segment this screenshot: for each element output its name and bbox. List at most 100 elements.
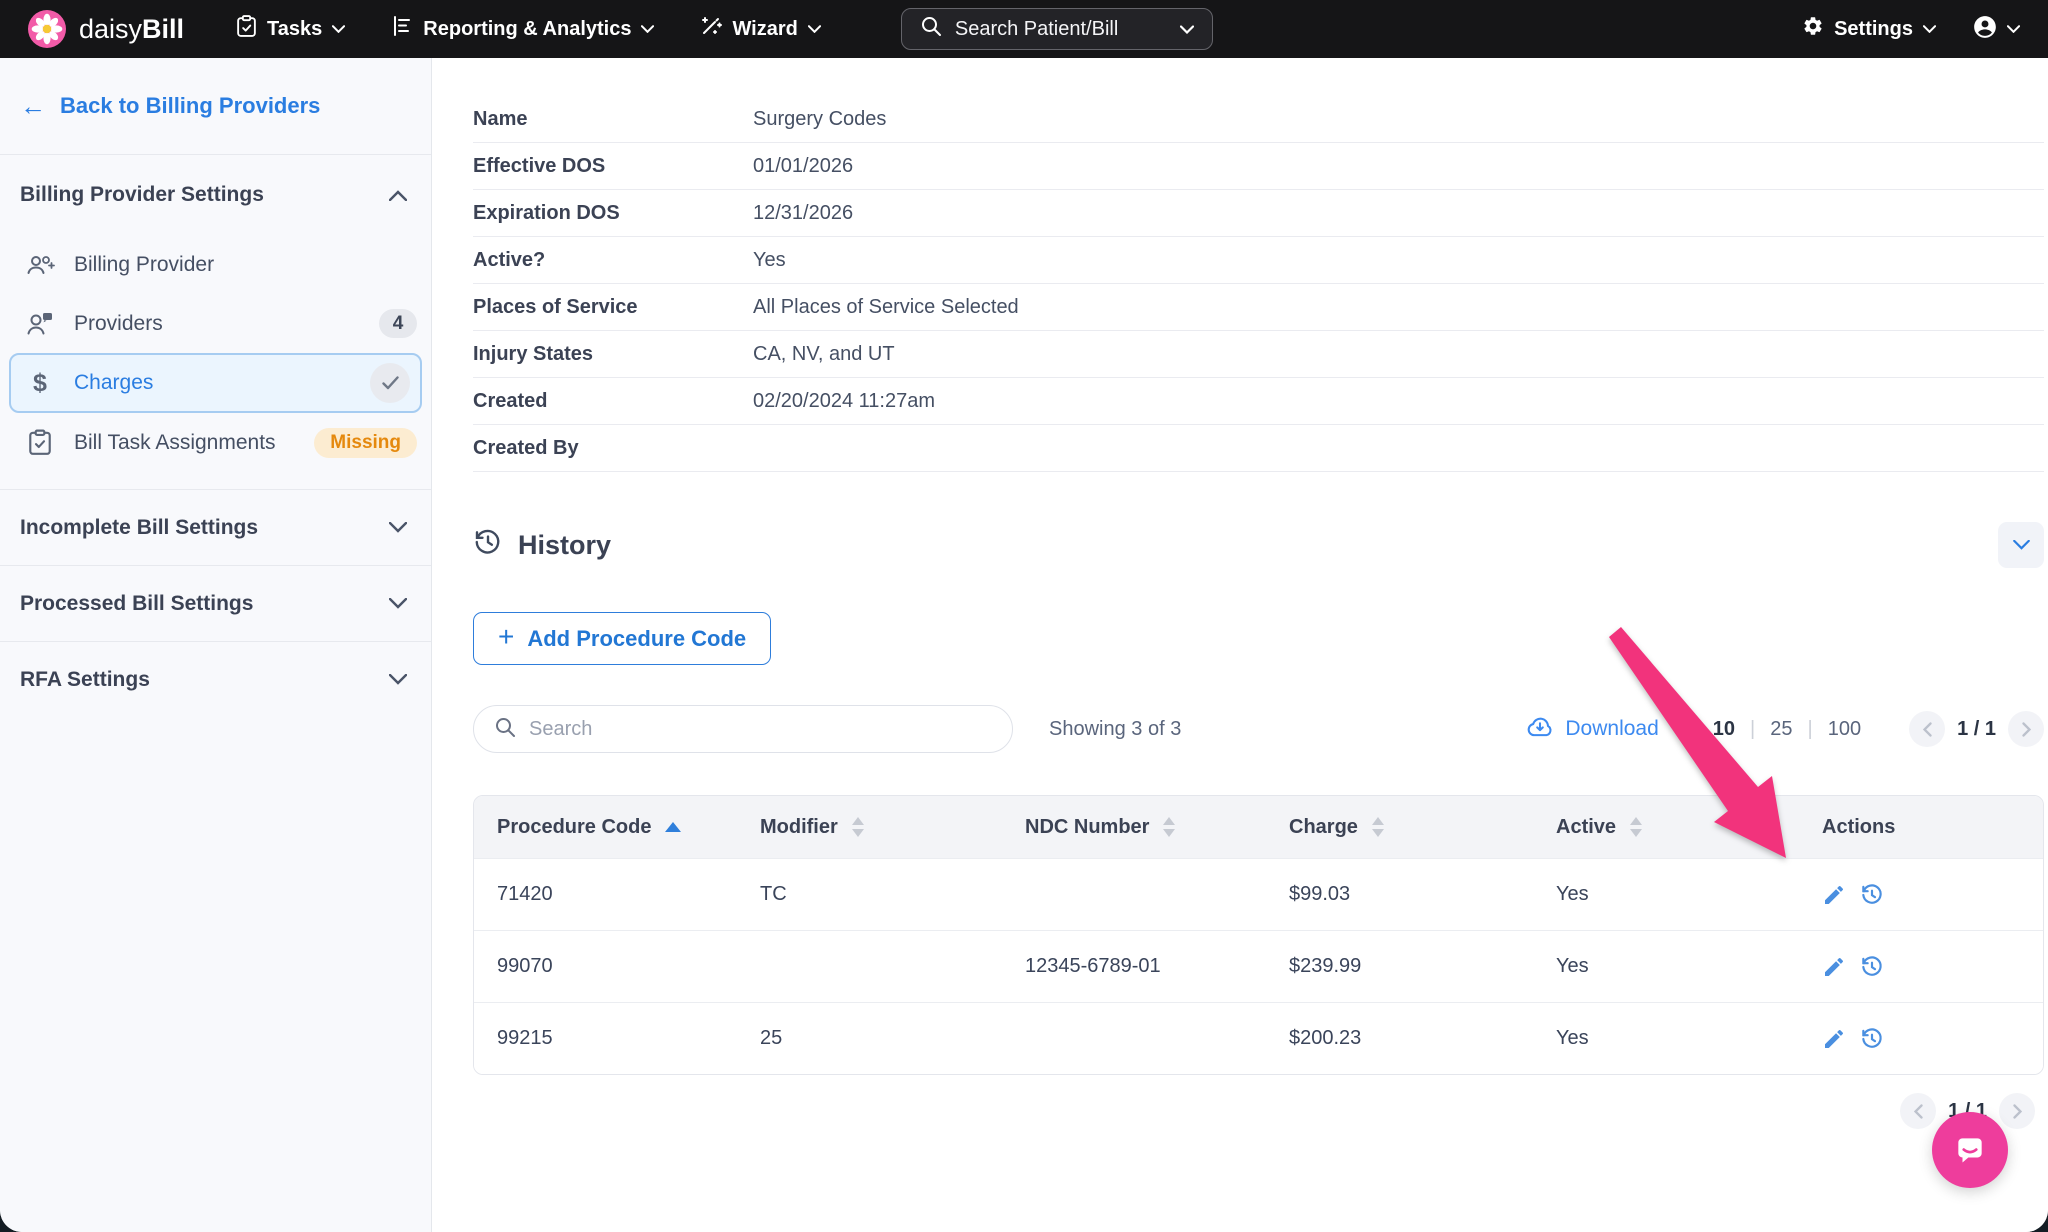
add-procedure-code-label: Add Procedure Code xyxy=(527,626,746,652)
section-title: Processed Bill Settings xyxy=(20,592,253,616)
app-window: daisyBill Tasks Reporting & Analytics xyxy=(0,0,2048,1232)
pagination-top: 1 / 1 xyxy=(1909,711,2044,747)
gear-icon xyxy=(1802,15,1824,43)
account-menu[interactable] xyxy=(1972,14,2020,45)
detail-row: Created 02/20/2024 11:27am xyxy=(473,378,2044,425)
section-title: Incomplete Bill Settings xyxy=(20,516,258,540)
sidebar-item-billing-provider[interactable]: Billing Provider xyxy=(0,235,431,294)
search-icon xyxy=(920,15,942,43)
chevron-down-icon xyxy=(1180,25,1194,34)
column-header-procedure-code[interactable]: Procedure Code xyxy=(474,816,737,839)
detail-row: Places of Service All Places of Service … xyxy=(473,284,2044,331)
page-size-25[interactable]: 25 xyxy=(1770,718,1792,741)
download-button[interactable]: Download xyxy=(1526,714,1658,744)
missing-badge: Missing xyxy=(314,428,417,458)
sidebar-item-label: Bill Task Assignments xyxy=(74,431,298,455)
detail-label: Active? xyxy=(473,249,753,272)
separator: | xyxy=(1808,718,1813,741)
detail-label: Created By xyxy=(473,437,753,460)
history-collapse-button[interactable] xyxy=(1998,522,2044,568)
sort-icon xyxy=(1372,817,1384,837)
cell-charge: $99.03 xyxy=(1266,883,1533,906)
chat-icon xyxy=(1950,1130,1990,1170)
edit-icon[interactable] xyxy=(1822,883,1846,907)
nav-reporting-label: Reporting & Analytics xyxy=(423,18,631,41)
detail-value: 12/31/2026 xyxy=(753,202,853,225)
clipboard-check-icon xyxy=(22,429,58,456)
detail-label: Places of Service xyxy=(473,296,753,319)
separator: | xyxy=(1750,718,1755,741)
section-rfa-settings[interactable]: RFA Settings xyxy=(0,641,431,717)
cloud-download-icon xyxy=(1526,714,1554,744)
nav-tasks-label: Tasks xyxy=(267,18,322,41)
history-icon[interactable] xyxy=(1859,1026,1885,1052)
back-to-billing-providers-link[interactable]: ← Back to Billing Providers xyxy=(0,58,431,155)
charge-group-details: Name Surgery Codes Effective DOS 01/01/2… xyxy=(473,96,2044,472)
plus-icon: + xyxy=(498,623,514,651)
table-row: 71420 TC $99.03 Yes xyxy=(474,858,2043,930)
history-icon xyxy=(473,527,503,564)
settings-sidebar: ← Back to Billing Providers Billing Prov… xyxy=(0,58,432,1232)
provider-chat-icon xyxy=(22,311,58,337)
chevron-down-icon xyxy=(389,674,407,685)
chevron-up-icon xyxy=(389,190,407,201)
global-search-button[interactable]: Search Patient/Bill xyxy=(901,8,1213,50)
procedure-search-input[interactable] xyxy=(529,718,992,741)
sidebar-item-charges[interactable]: $ Charges xyxy=(9,353,422,413)
cell-ndc-number: 12345-6789-01 xyxy=(1002,955,1266,978)
edit-icon[interactable] xyxy=(1822,955,1846,979)
chevron-right-icon xyxy=(2022,722,2031,737)
page-size-10[interactable]: 10 xyxy=(1713,718,1735,741)
section-billing-provider-settings[interactable]: Billing Provider Settings xyxy=(0,155,431,235)
detail-row: Expiration DOS 12/31/2026 xyxy=(473,190,2044,237)
nav-wizard[interactable]: Wizard xyxy=(700,15,820,43)
page-size-100[interactable]: 100 xyxy=(1828,718,1861,741)
sort-ascending-icon xyxy=(665,822,681,832)
detail-row: Active? Yes xyxy=(473,237,2044,284)
nav-tasks[interactable]: Tasks xyxy=(236,15,345,44)
account-icon xyxy=(1972,14,1998,45)
nav-settings[interactable]: Settings xyxy=(1802,15,1936,43)
detail-value: All Places of Service Selected xyxy=(753,296,1019,319)
prev-page-button[interactable] xyxy=(1909,711,1945,747)
cell-procedure-code: 99215 xyxy=(474,1027,737,1050)
sidebar-item-label: Providers xyxy=(74,312,363,336)
nav-reporting-analytics[interactable]: Reporting & Analytics xyxy=(391,15,654,43)
column-header-ndc-number[interactable]: NDC Number xyxy=(1002,816,1266,839)
procedure-search-box[interactable] xyxy=(473,705,1013,753)
detail-row: Name Surgery Codes xyxy=(473,96,2044,143)
detail-label: Injury States xyxy=(473,343,753,366)
column-header-active[interactable]: Active xyxy=(1533,816,1799,839)
top-navbar: daisyBill Tasks Reporting & Analytics xyxy=(0,0,2048,58)
cell-charge: $200.23 xyxy=(1266,1027,1533,1050)
prev-page-button[interactable] xyxy=(1900,1093,1936,1129)
search-icon xyxy=(494,716,516,743)
next-page-button[interactable] xyxy=(2008,711,2044,747)
sort-icon xyxy=(852,817,864,837)
nav-settings-label: Settings xyxy=(1834,18,1913,41)
sidebar-item-label: Billing Provider xyxy=(74,253,417,277)
section-incomplete-bill-settings[interactable]: Incomplete Bill Settings xyxy=(0,489,431,565)
brand-logo[interactable]: daisyBill xyxy=(28,10,184,48)
chat-launcher-button[interactable] xyxy=(1932,1112,2008,1188)
sidebar-item-bill-task-assignments[interactable]: Bill Task Assignments Missing xyxy=(0,413,431,472)
page-indicator: 1 / 1 xyxy=(1957,718,1996,741)
next-page-button[interactable] xyxy=(1999,1093,2035,1129)
dollar-icon: $ xyxy=(22,369,58,398)
section-processed-bill-settings[interactable]: Processed Bill Settings xyxy=(0,565,431,641)
cell-charge: $239.99 xyxy=(1266,955,1533,978)
column-header-modifier[interactable]: Modifier xyxy=(737,816,1002,839)
showing-count-label: Showing 3 of 3 xyxy=(1049,718,1181,741)
detail-label: Name xyxy=(473,108,753,131)
history-icon[interactable] xyxy=(1859,882,1885,908)
chevron-down-icon xyxy=(332,25,345,33)
chevron-down-icon xyxy=(1923,25,1936,33)
sidebar-item-providers[interactable]: Providers 4 xyxy=(0,294,431,353)
history-icon[interactable] xyxy=(1859,954,1885,980)
section-title: RFA Settings xyxy=(20,668,150,692)
chevron-down-icon xyxy=(2007,25,2020,33)
history-section: History xyxy=(473,522,2044,568)
column-header-charge[interactable]: Charge xyxy=(1266,816,1533,839)
edit-icon[interactable] xyxy=(1822,1027,1846,1051)
add-procedure-code-button[interactable]: + Add Procedure Code xyxy=(473,612,771,665)
